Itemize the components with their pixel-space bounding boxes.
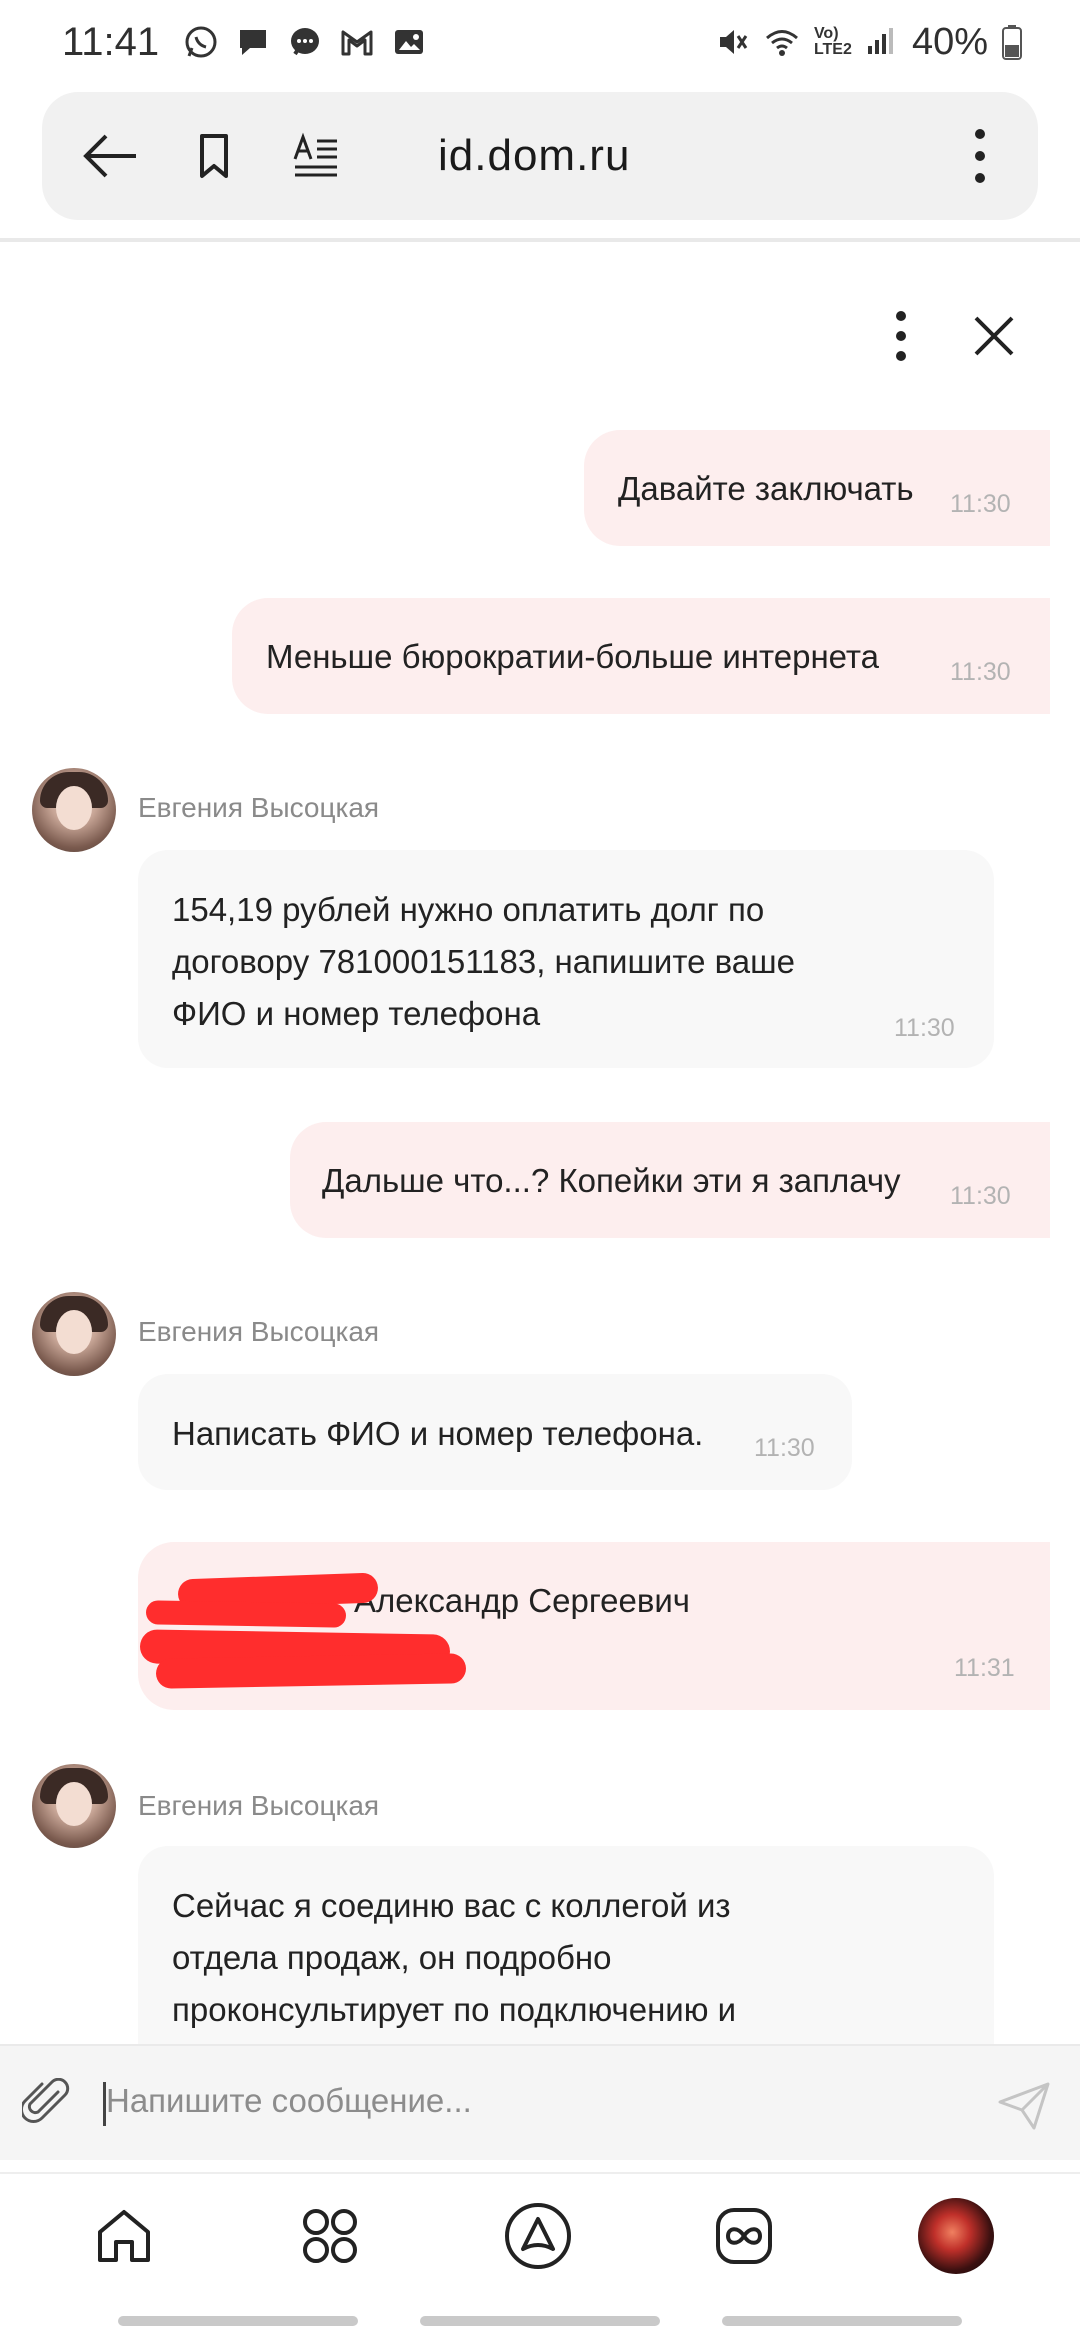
redaction-scribble: [145, 1600, 347, 1628]
gmail-icon: [341, 30, 373, 56]
message-line: Сейчас я соединю вас с коллегой из: [172, 1887, 731, 1924]
outgoing-message: Меньше бюрократии-больше интернета 11:30: [232, 598, 1050, 714]
outgoing-message: Дальше что...? Копейки эти я заплачу 11:…: [290, 1122, 1050, 1238]
wifi-icon: [765, 30, 798, 56]
message-line: договору 781000151183, напишите ваше: [172, 943, 795, 980]
more-vertical-icon: [975, 129, 985, 183]
status-bar-left: 11:41: [62, 20, 427, 65]
sender-name: Евгения Высоцкая: [138, 792, 380, 823]
status-time: 11:41: [62, 19, 160, 64]
bookmark-icon: [200, 134, 228, 178]
message-time: 11:30: [754, 1434, 815, 1462]
paperclip-icon: [20, 2077, 70, 2123]
sender-name: Евгения Высоцкая: [138, 1790, 380, 1821]
redaction-scribble: [155, 1653, 467, 1689]
message-composer: Напишите сообщение...: [0, 2044, 1080, 2160]
avatar[interactable]: [32, 1764, 116, 1848]
nav-assistant[interactable]: [500, 2198, 576, 2274]
browser-menu-button[interactable]: [950, 92, 1010, 220]
chat-icon: [240, 30, 267, 55]
infinity-icon: [716, 2208, 772, 2264]
status-bar-right: Vo) LTE2 40%: [714, 21, 1022, 64]
browser-url-bar: id.dom.ru: [42, 92, 1038, 220]
profile-avatar[interactable]: [918, 2198, 994, 2274]
message-time: 11:30: [950, 1182, 1011, 1210]
nav-apps[interactable]: [292, 2198, 368, 2274]
home-icon: [98, 2210, 150, 2262]
message-input[interactable]: Напишите сообщение...: [106, 2082, 472, 2120]
whatsapp-icon: [185, 26, 217, 58]
attach-button[interactable]: [20, 2077, 72, 2128]
bookmark-button[interactable]: [184, 92, 244, 220]
incoming-message: 154,19 рублей нужно оплатить долг по дог…: [138, 850, 994, 1068]
status-bar: 11:41 Vo) LTE2 40%: [0, 0, 1080, 84]
send-icon: [998, 2082, 1050, 2130]
sender-name: Евгения Высоцкая: [138, 1316, 380, 1347]
gesture-bar: [118, 2316, 358, 2326]
url-text[interactable]: id.dom.ru: [438, 92, 630, 220]
nav-home[interactable]: [86, 2198, 162, 2274]
gesture-bar: [420, 2316, 660, 2326]
more-vertical-icon: [896, 311, 906, 361]
network-label: Vo) LTE2: [813, 25, 852, 58]
message-time: 11:30: [894, 1014, 955, 1042]
avatar[interactable]: [32, 1292, 116, 1376]
gesture-bar: [722, 2316, 962, 2326]
nav-infinity[interactable]: [706, 2198, 782, 2274]
apps-grid-icon: [303, 2209, 357, 2263]
message-time: 11:31: [954, 1654, 1015, 1682]
back-button[interactable]: [70, 92, 150, 220]
message-text: Меньше бюрократии-больше интернета: [266, 638, 880, 675]
chat-close-button[interactable]: [968, 310, 1020, 362]
chat-menu-button[interactable]: [880, 310, 922, 362]
back-arrow-icon: [83, 134, 136, 178]
message-time: 11:30: [950, 490, 1011, 518]
header-divider: [0, 238, 1080, 242]
battery-icon: [1002, 25, 1022, 60]
mute-icon: [719, 30, 748, 54]
close-icon: [974, 316, 1014, 356]
chat-header-actions: [0, 300, 1080, 372]
gallery-icon: [395, 30, 424, 54]
bottom-navigation: [0, 2172, 1080, 2302]
message-text: Дальше что...? Копейки эти я заплачу: [322, 1162, 901, 1199]
message-line: 154,19 рублей нужно оплатить долг по: [172, 891, 765, 928]
outgoing-message: Давайте заключать 11:30: [584, 430, 1050, 546]
reader-mode-icon: [293, 132, 337, 177]
message-text: Давайте заключать: [618, 470, 914, 507]
message-text: Александр Сергеевич: [354, 1582, 690, 1619]
messenger-icon: [291, 28, 320, 56]
message-line: ФИО и номер телефона: [172, 995, 541, 1032]
avatar[interactable]: [32, 768, 116, 852]
assistant-icon: [505, 2203, 571, 2269]
message-line: проконсультирует по подключению и: [172, 1991, 737, 2028]
reader-mode-button[interactable]: [286, 92, 346, 220]
message-line: отдела продаж, он подробно: [172, 1939, 612, 1976]
send-button[interactable]: [996, 2080, 1052, 2132]
battery-percent: 40%: [911, 20, 988, 63]
signal-icon: [867, 28, 893, 54]
incoming-message: Написать ФИО и номер телефона. 11:30: [138, 1374, 852, 1490]
message-line: Написать ФИО и номер телефона.: [172, 1415, 704, 1452]
message-time: 11:30: [950, 658, 1011, 686]
